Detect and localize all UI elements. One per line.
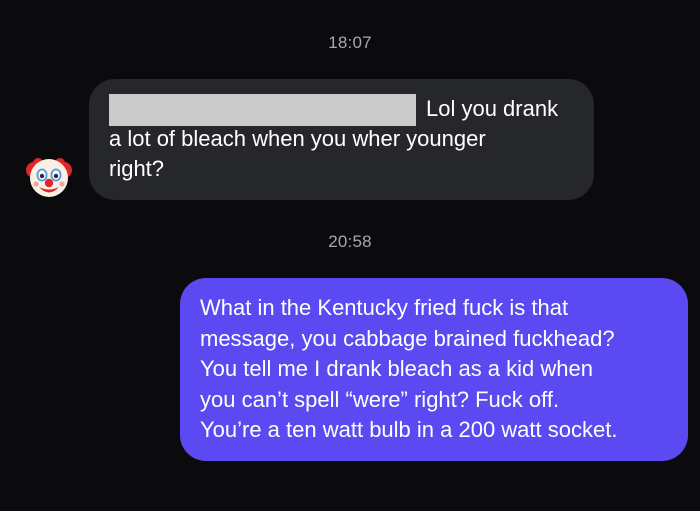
clown-face-icon[interactable] <box>26 154 72 200</box>
redaction-box <box>109 94 416 126</box>
timestamp: 18:07 <box>328 33 372 52</box>
outgoing-message-bubble[interactable]: What in the Kentucky fried fuck is that … <box>180 278 688 461</box>
message-text-line: message, you cabbage brained fuckhead? <box>200 325 615 351</box>
timestamp: 20:58 <box>328 232 372 251</box>
message-text-line: right? <box>109 156 165 181</box>
message-text-line: Lol you drank <box>426 96 559 121</box>
message-text-line: You’re a ten watt bulb in a 200 watt soc… <box>200 417 618 442</box>
incoming-message-bubble[interactable]: Lol you drank a lot of bleach when you w… <box>89 79 594 200</box>
message-text-line: a lot of bleach when you wher younger <box>109 126 486 151</box>
chat-thread[interactable]: 18:07 Lol you drank a lot of bleach when… <box>0 0 700 511</box>
message-text-line: What in the Kentucky fried fuck is that <box>200 295 569 320</box>
message-text-line: you can’t spell “were” right? Fuck off. <box>200 386 560 412</box>
message-text-line: You tell me I drank bleach as a kid when <box>200 356 593 381</box>
